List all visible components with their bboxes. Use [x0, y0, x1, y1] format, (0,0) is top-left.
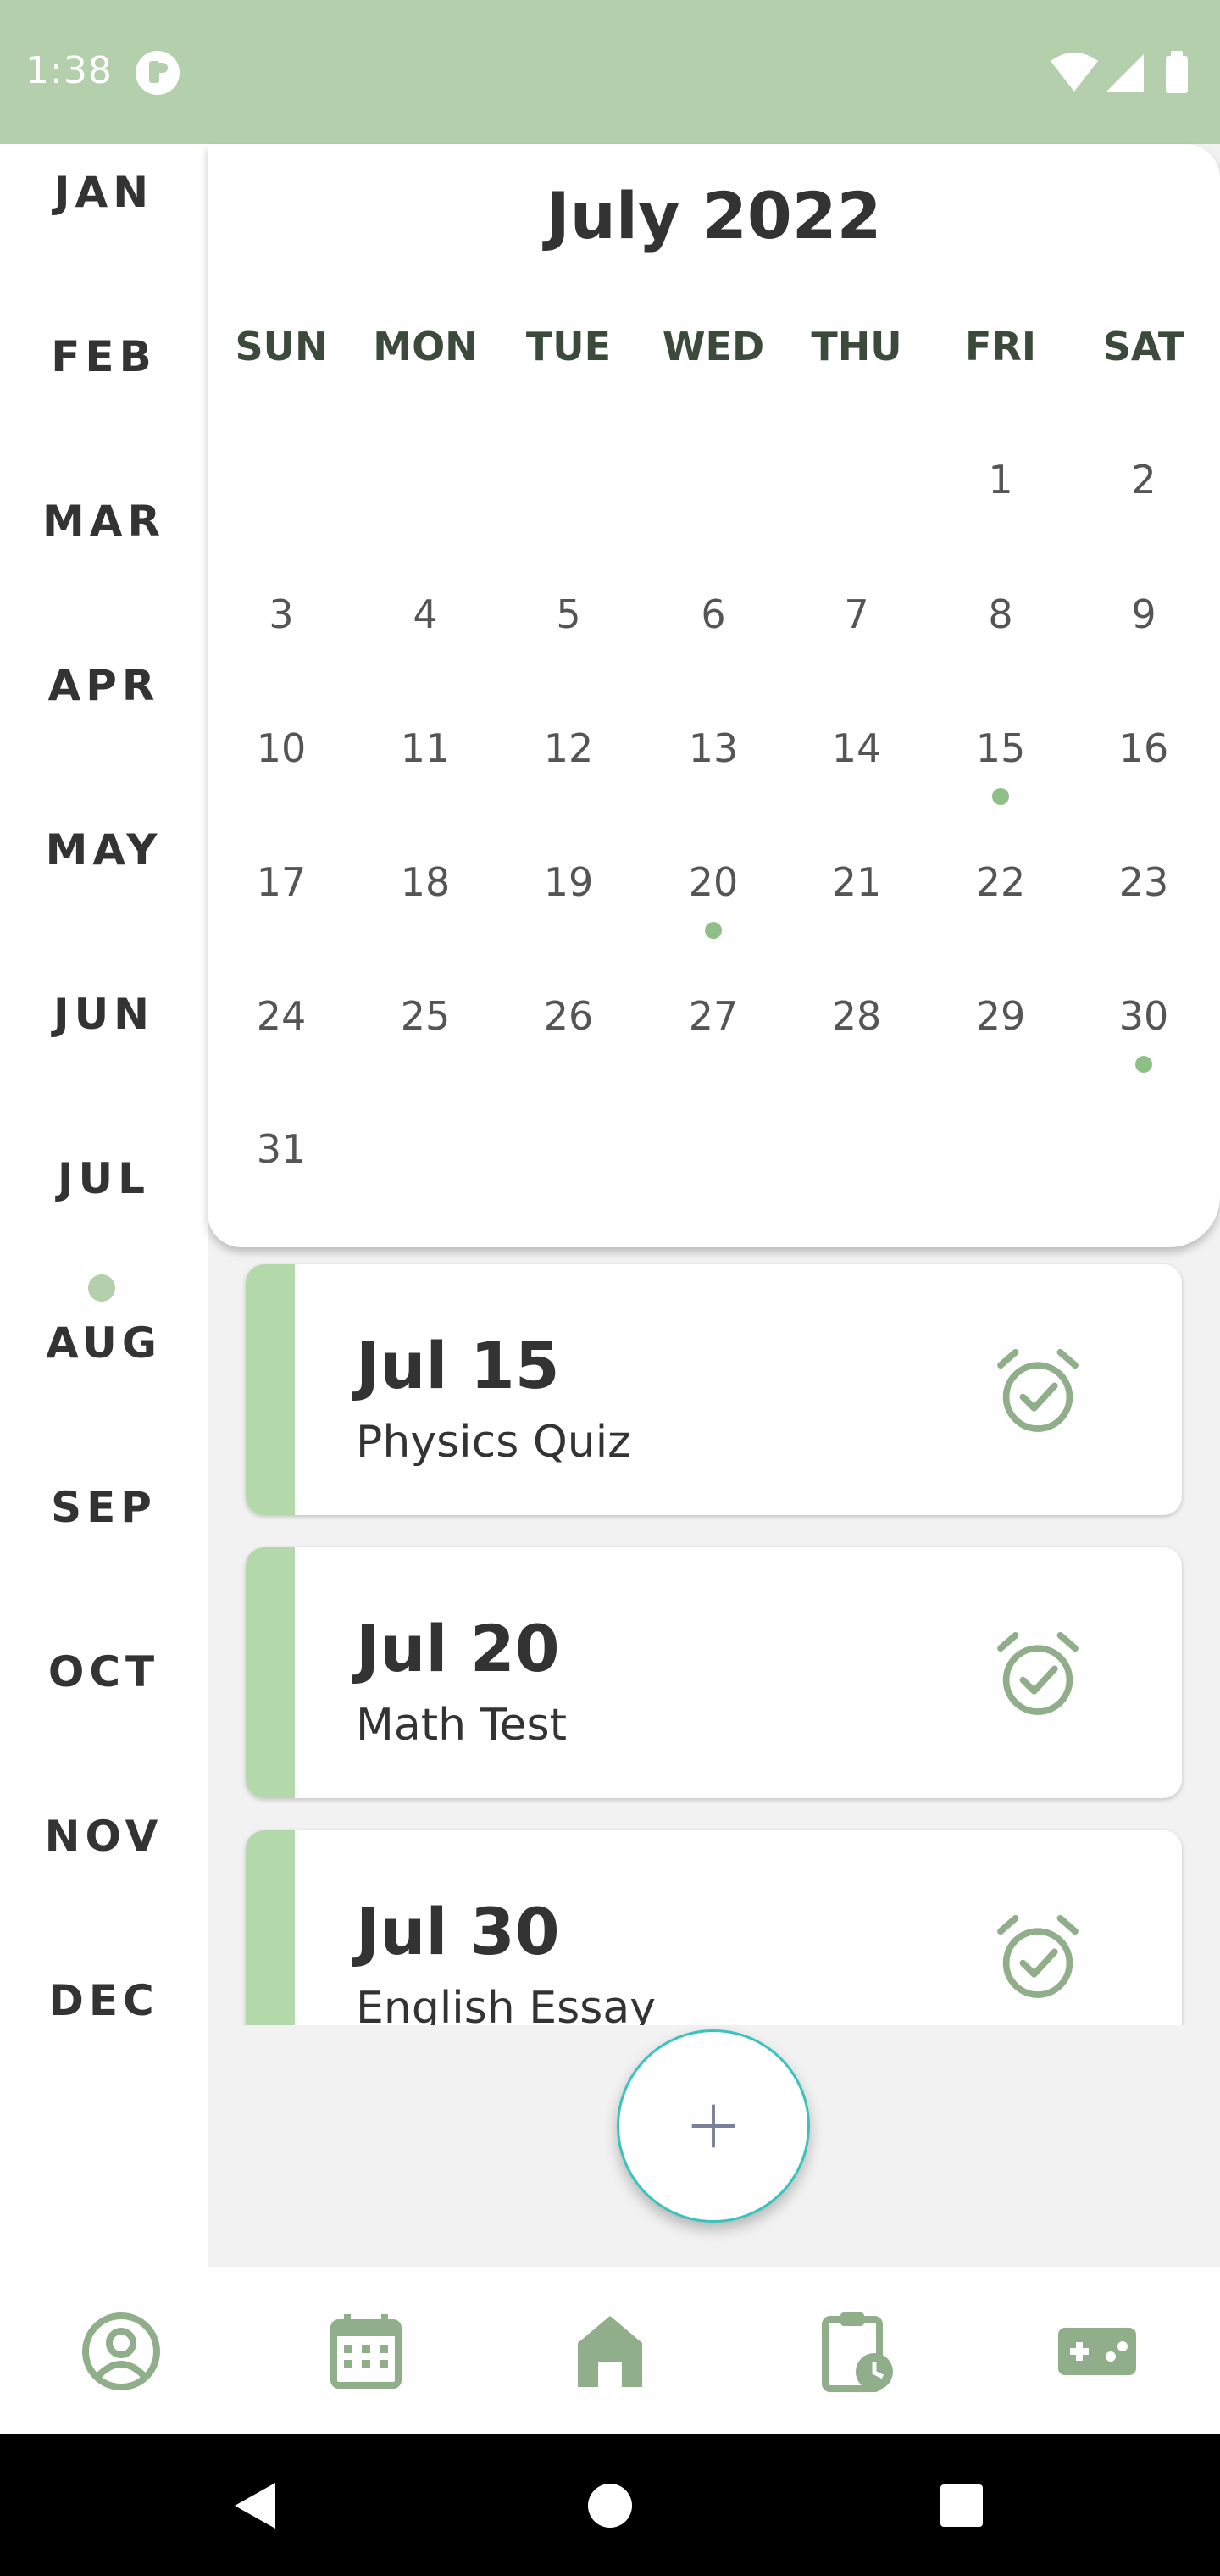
calendar-day[interactable]: 8	[946, 591, 1056, 637]
month-item-apr[interactable]: APR	[0, 652, 208, 719]
event-name: English Essay	[356, 1983, 656, 2025]
nav-tasks[interactable]	[788, 2284, 923, 2419]
nav-games[interactable]	[1029, 2284, 1165, 2419]
event-indicator-dot	[1135, 1056, 1152, 1073]
event-date: Jul 20	[356, 1611, 560, 1686]
nav-home[interactable]	[542, 2284, 678, 2419]
month-item-jun[interactable]: JUN	[0, 980, 208, 1048]
month-item-may[interactable]: MAY	[0, 816, 208, 884]
calendar-day[interactable]: 12	[513, 725, 624, 771]
alarm-check-icon[interactable]	[991, 1628, 1084, 1721]
calendar-day[interactable]: 22	[946, 859, 1056, 905]
month-item-mar[interactable]: MAR	[0, 487, 208, 555]
calendar-day[interactable]: 11	[370, 725, 480, 771]
calendar-day[interactable]: 10	[226, 725, 336, 771]
calendar-day[interactable]: 3	[226, 591, 336, 637]
battery-icon	[1166, 56, 1188, 93]
weekday-sun: SUN	[235, 324, 328, 369]
event-card[interactable]: Jul 15 Physics Quiz	[246, 1264, 1182, 1515]
month-item-nov[interactable]: NOV	[0, 1802, 208, 1870]
weekday-fri: FRI	[965, 324, 1036, 369]
calendar-day[interactable]: 18	[370, 859, 480, 905]
calendar-day[interactable]: 26	[513, 993, 624, 1039]
month-item-jan[interactable]: JAN	[0, 158, 208, 226]
event-name: Physics Quiz	[356, 1417, 631, 1468]
calendar-title: July 2022	[546, 178, 882, 253]
event-indicator-dot	[705, 922, 722, 939]
selected-month-dot	[88, 1274, 115, 1302]
event-date: Jul 30	[356, 1894, 560, 1969]
month-item-aug[interactable]: AUG	[0, 1309, 208, 1377]
month-item-feb[interactable]: FEB	[0, 323, 208, 391]
calendar-day[interactable]: 20	[658, 859, 768, 905]
month-item-dec[interactable]: DEC	[0, 1967, 208, 2035]
calendar-day[interactable]: 28	[801, 993, 912, 1039]
month-item-jul[interactable]: JUL	[0, 1145, 208, 1213]
event-card[interactable]: Jul 20 Math Test	[246, 1547, 1182, 1798]
month-sidebar: JAN FEB MAR APR MAY JUN JUL AUG SEP OCT NOV DEC	[0, 144, 208, 2267]
status-bar: 1:38	[0, 0, 1220, 144]
gamepad-icon	[1058, 2328, 1136, 2375]
calendar-day[interactable]: 6	[658, 591, 768, 637]
event-date: Jul 15	[356, 1328, 560, 1403]
calendar-day[interactable]: 14	[801, 725, 912, 771]
calendar-day[interactable]: 9	[1089, 591, 1199, 637]
home-circle-icon[interactable]	[572, 2468, 648, 2544]
event-card[interactable]: Jul 30 English Essay	[246, 1830, 1182, 2025]
alarm-check-icon[interactable]	[991, 1911, 1084, 2004]
calendar-day[interactable]: 4	[370, 591, 480, 637]
calendar-day[interactable]: 13	[658, 725, 768, 771]
calendar-day[interactable]: 15	[946, 725, 1056, 771]
calendar-day[interactable]: 1	[946, 457, 1056, 502]
calendar-day[interactable]: 24	[226, 993, 336, 1039]
status-time: 1:38	[25, 49, 113, 92]
calendar-day[interactable]: 29	[946, 993, 1056, 1039]
calendar-day[interactable]: 16	[1089, 725, 1199, 771]
calendar-day[interactable]: 19	[513, 859, 624, 905]
calendar-day[interactable]: 2	[1089, 457, 1199, 502]
weekday-tue: TUE	[525, 324, 612, 369]
weekday-thu: THU	[811, 324, 902, 369]
nav-profile[interactable]	[53, 2284, 189, 2419]
add-event-button[interactable]	[617, 2029, 810, 2223]
clipboard-clock-icon	[822, 2312, 893, 2392]
nav-calendar[interactable]	[298, 2284, 434, 2419]
status-indicators	[1051, 51, 1188, 93]
calendar-day[interactable]: 30	[1089, 993, 1199, 1039]
plus-icon	[691, 2104, 735, 2148]
system-nav-bar	[0, 2434, 1220, 2576]
weekday-sat: SAT	[1102, 324, 1185, 369]
calendar-day[interactable]: 27	[658, 993, 768, 1039]
wifi-icon	[1051, 53, 1098, 92]
month-item-sep[interactable]: SEP	[0, 1474, 208, 1541]
back-icon[interactable]	[216, 2468, 292, 2544]
calendar-day[interactable]: 17	[226, 859, 336, 905]
weekday-wed: WED	[662, 324, 765, 369]
calendar-day[interactable]: 25	[370, 993, 480, 1039]
event-name: Math Test	[356, 1700, 568, 1751]
event-color-stripe	[246, 1830, 295, 2025]
profile-icon	[82, 2312, 160, 2390]
calendar-card: July 2022 SUN MON TUE WED THU FRI SAT 1 2 3 4 5 6 7 8 9…	[208, 144, 1220, 1247]
app-notification-icon	[136, 51, 180, 95]
calendar-day[interactable]: 5	[513, 591, 624, 637]
calendar-day[interactable]: 23	[1089, 859, 1199, 905]
event-color-stripe	[246, 1264, 295, 1515]
event-color-stripe	[246, 1547, 295, 1798]
calendar-day[interactable]: 31	[226, 1126, 336, 1172]
calendar-day[interactable]: 7	[801, 591, 912, 637]
calendar-day[interactable]: 21	[801, 859, 912, 905]
weekday-mon: MON	[373, 324, 478, 369]
alarm-check-icon[interactable]	[991, 1345, 1084, 1438]
home-icon	[578, 2316, 642, 2387]
month-item-oct[interactable]: OCT	[0, 1638, 208, 1706]
recents-icon[interactable]	[923, 2468, 1000, 2544]
event-indicator-dot	[992, 788, 1009, 805]
events-list[interactable]: Jul 15 Physics Quiz Jul 20 Math Test Jul 30 E…	[208, 1254, 1220, 2025]
bottom-nav	[0, 2267, 1220, 2434]
calendar-icon	[330, 2314, 402, 2389]
